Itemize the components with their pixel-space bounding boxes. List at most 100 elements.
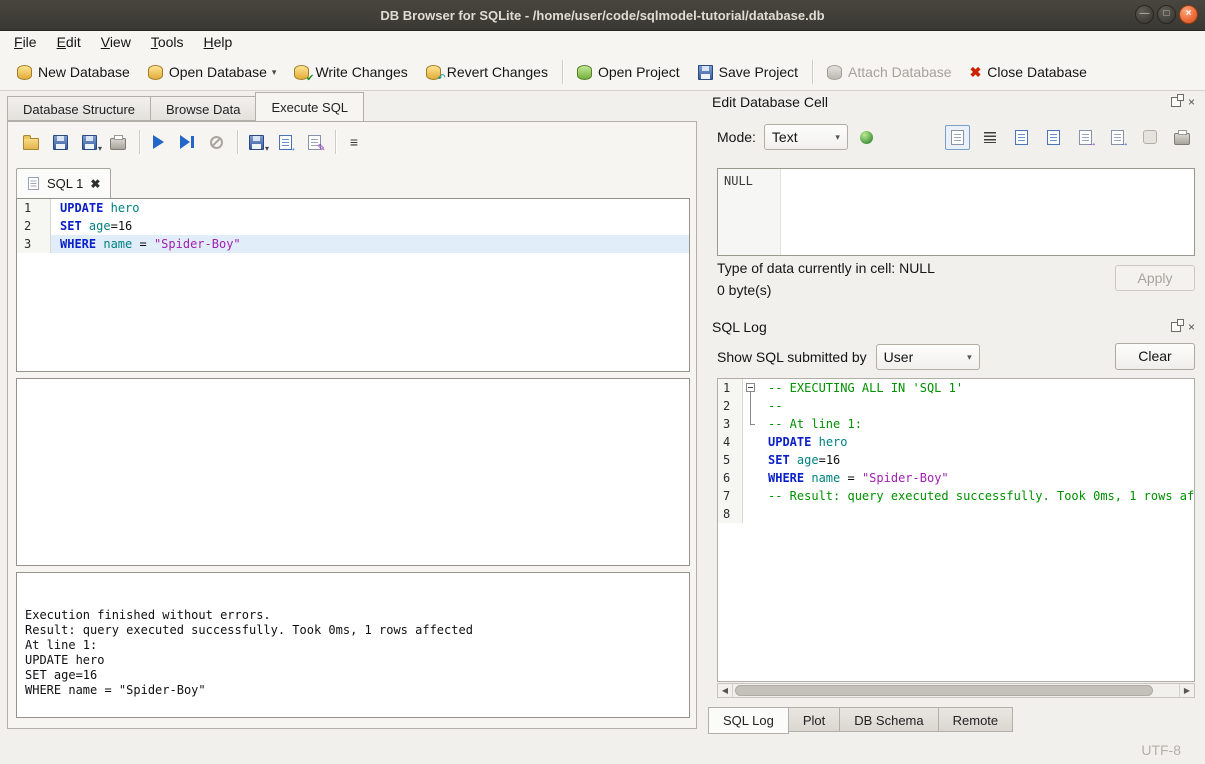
toolbar-separator bbox=[139, 130, 140, 154]
tab-sql-1[interactable]: SQL 1 ✖ bbox=[16, 168, 111, 198]
statusbar: UTF-8 bbox=[0, 736, 1205, 764]
execute-all-button[interactable] bbox=[145, 129, 171, 155]
new-database-button[interactable]: New Database bbox=[8, 58, 139, 87]
stop-icon bbox=[210, 136, 223, 149]
titlebar: DB Browser for SQLite - /home/user/code/… bbox=[0, 0, 1205, 31]
scrollbar-thumb[interactable] bbox=[735, 685, 1153, 696]
save-results-button[interactable]: ▾ bbox=[243, 129, 269, 155]
arrow-badge-icon: → bbox=[1087, 139, 1097, 149]
document-icon bbox=[951, 130, 964, 145]
sql-tab-close-icon[interactable]: ✖ bbox=[90, 177, 100, 191]
results-grid[interactable] bbox=[16, 378, 690, 566]
open-sql-file-icon bbox=[23, 138, 39, 150]
sql-tab-bar: SQL 1 ✖ bbox=[16, 168, 111, 198]
align-left-icon bbox=[984, 132, 996, 143]
auto-format-button[interactable]: ≡ bbox=[341, 129, 367, 155]
null-icon bbox=[1143, 130, 1157, 144]
attach-database-button[interactable]: Attach Database bbox=[818, 58, 961, 87]
tab-database-structure[interactable]: Database Structure bbox=[7, 96, 151, 121]
clear-log-button[interactable]: Clear bbox=[1115, 343, 1195, 370]
close-database-icon: ✖ bbox=[970, 65, 982, 79]
scroll-right-icon[interactable]: ▶ bbox=[1179, 684, 1194, 697]
execution-log-text: Execution finished without errors. Resul… bbox=[25, 608, 681, 698]
dock-float-icon[interactable] bbox=[1171, 97, 1181, 107]
print-icon bbox=[1174, 133, 1190, 145]
tab-db-schema[interactable]: DB Schema bbox=[839, 707, 938, 732]
tab-sql-log[interactable]: SQL Log bbox=[708, 707, 789, 734]
open-project-button[interactable]: Open Project bbox=[568, 58, 689, 87]
arrow-badge-icon: → bbox=[287, 144, 297, 154]
revert-changes-button[interactable]: ↶ Revert Changes bbox=[417, 58, 557, 87]
menu-help[interactable]: Help bbox=[194, 31, 243, 54]
horizontal-scrollbar[interactable]: ◀ ▶ bbox=[717, 683, 1195, 698]
dock-close-icon[interactable]: × bbox=[1188, 321, 1195, 333]
open-database-button[interactable]: Open Database ▾ bbox=[139, 58, 286, 87]
tab-remote[interactable]: Remote bbox=[938, 707, 1014, 732]
save-project-button[interactable]: Save Project bbox=[689, 58, 807, 87]
cell-editor[interactable]: NULL bbox=[717, 168, 1195, 256]
attach-database-icon bbox=[827, 65, 842, 80]
print-cell-button[interactable] bbox=[1169, 125, 1194, 150]
copy-cell-button[interactable] bbox=[1009, 125, 1034, 150]
close-button[interactable]: × bbox=[1179, 5, 1198, 24]
menu-edit[interactable]: Edit bbox=[47, 31, 91, 54]
open-project-icon bbox=[577, 65, 592, 80]
word-wrap-button[interactable] bbox=[977, 125, 1002, 150]
sql-editor-lines: 1UPDATE hero2SET age=163WHERE name = "Sp… bbox=[17, 199, 689, 253]
save-sql-file-as-button[interactable]: ▾ bbox=[76, 129, 102, 155]
revert-changes-icon: ↶ bbox=[426, 65, 441, 80]
stop-execution-button[interactable] bbox=[203, 129, 229, 155]
apply-button[interactable]: Apply bbox=[1115, 265, 1195, 291]
tab-browse-data[interactable]: Browse Data bbox=[150, 96, 256, 121]
export-cell-button[interactable]: → bbox=[1105, 125, 1130, 150]
scroll-left-icon[interactable]: ◀ bbox=[718, 684, 733, 697]
cell-size-info: 0 byte(s) bbox=[717, 282, 771, 298]
tab-plot[interactable]: Plot bbox=[788, 707, 840, 732]
dock-close-icon[interactable]: × bbox=[1188, 96, 1195, 108]
close-database-button[interactable]: ✖ Close Database bbox=[961, 58, 1096, 87]
print-sql-button[interactable] bbox=[105, 129, 131, 155]
menu-file[interactable]: File bbox=[4, 31, 47, 54]
open-project-label: Open Project bbox=[598, 64, 680, 80]
menu-tools[interactable]: Tools bbox=[141, 31, 194, 54]
sql-log-lines: 1-- EXECUTING ALL IN 'SQL 1'2--3-- At li… bbox=[718, 379, 1194, 523]
revert-changes-label: Revert Changes bbox=[447, 64, 548, 80]
maximize-button[interactable]: □ bbox=[1157, 5, 1176, 24]
main-area: Database Structure Browse Data Execute S… bbox=[0, 90, 1205, 736]
set-null-button[interactable] bbox=[1137, 125, 1162, 150]
tab-execute-sql[interactable]: Execute SQL bbox=[255, 92, 364, 121]
execute-line-icon bbox=[180, 135, 194, 149]
find-replace-button[interactable]: ✎ bbox=[301, 129, 327, 155]
save-sql-file-button[interactable] bbox=[47, 129, 73, 155]
save-project-icon bbox=[698, 65, 713, 80]
submitted-by-select[interactable]: User ▾ bbox=[876, 344, 980, 370]
cell-type-info: Type of data currently in cell: NULL bbox=[717, 260, 935, 276]
paste-icon bbox=[1047, 130, 1060, 145]
sql-editor[interactable]: 1UPDATE hero2SET age=163WHERE name = "Sp… bbox=[16, 198, 690, 372]
chevron-down-icon: ▾ bbox=[835, 132, 840, 143]
minimize-button[interactable]: — bbox=[1135, 5, 1154, 24]
cell-settings-button[interactable] bbox=[854, 124, 880, 150]
execute-current-line-button[interactable] bbox=[174, 129, 200, 155]
dock-float-icon[interactable] bbox=[1171, 322, 1181, 332]
text-view-button[interactable] bbox=[945, 125, 970, 150]
menu-view[interactable]: View bbox=[91, 31, 141, 54]
export-results-button[interactable]: → bbox=[272, 129, 298, 155]
export-icon: → bbox=[1111, 130, 1124, 145]
arrow-badge-icon: → bbox=[1119, 139, 1129, 149]
edit-cell-header: Edit Database Cell × bbox=[712, 92, 1195, 112]
find-replace-icon: ✎ bbox=[308, 135, 321, 150]
open-database-label: Open Database bbox=[169, 64, 267, 80]
new-database-icon bbox=[17, 65, 32, 80]
import-cell-button[interactable]: → bbox=[1073, 125, 1098, 150]
main-toolbar: New Database Open Database ▾ ✔ Write Cha… bbox=[0, 54, 1205, 91]
menubar: File Edit View Tools Help bbox=[0, 31, 1205, 54]
paste-cell-button[interactable] bbox=[1041, 125, 1066, 150]
toolbar-separator bbox=[812, 60, 813, 84]
dock-buttons: × bbox=[1171, 96, 1195, 108]
mode-select[interactable]: Text ▾ bbox=[764, 124, 848, 150]
write-changes-button[interactable]: ✔ Write Changes bbox=[285, 58, 416, 87]
mode-label: Mode: bbox=[717, 129, 756, 145]
open-sql-file-button[interactable] bbox=[18, 129, 44, 155]
format-lines-icon: ≡ bbox=[350, 135, 358, 149]
